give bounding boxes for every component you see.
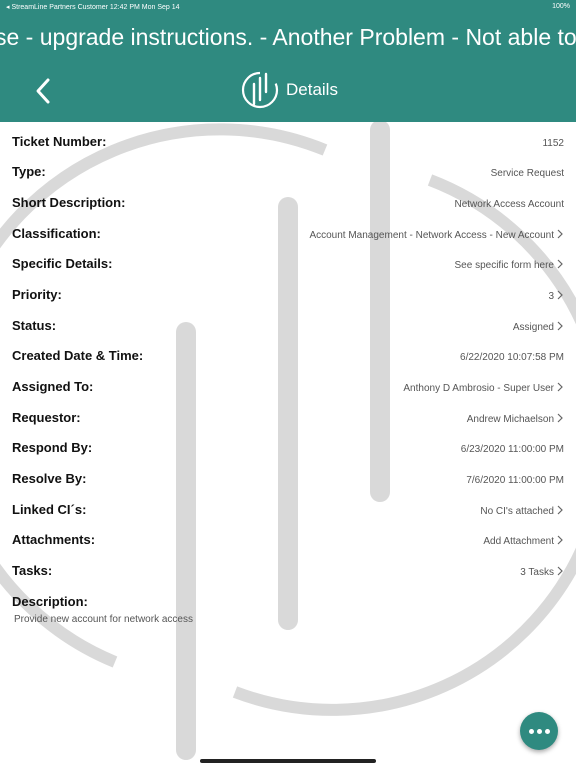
field-value: Andrew Michaelson [466,414,554,425]
detail-row-short-description: Short Description: Network Access Account [0,195,576,225]
app-logo-icon [241,71,279,109]
chevron-right-icon [557,321,563,331]
field-label: Respond By: [12,440,93,455]
field-label: Short Description: [12,195,126,210]
field-label: Type: [12,164,46,179]
field-value: 6/23/2020 11:00:00 PM [460,444,564,455]
more-dot [537,729,542,734]
more-dot [545,729,550,734]
field-label: Priority: [12,287,62,302]
field-label: Created Date & Time: [12,348,144,363]
detail-row-classification[interactable]: Classification: Account Management - Netw… [0,226,576,256]
detail-row-type: Type: Service Request [0,164,576,194]
more-options-button[interactable] [520,712,558,750]
chevron-right-icon [557,259,563,269]
field-value: 3 Tasks [520,567,554,578]
ticker-text: se - upgrade instructions. - Another Pro… [0,24,576,50]
home-indicator [200,759,376,763]
detail-row-linked-ci-s[interactable]: Linked CI´s: No CI's attached [0,502,576,532]
chevron-right-icon [557,505,563,515]
field-value: Anthony D Ambrosio - Super User [403,383,554,394]
field-value: See specific form here [454,260,555,271]
chevron-right-icon [557,535,563,545]
field-value: Network Access Account [454,199,565,210]
field-value: 3 [548,291,554,302]
field-value: Account Management - Network Access - Ne… [309,230,554,241]
scrolling-ticker: se - upgrade instructions. - Another Pro… [0,14,576,60]
field-value: Service Request [490,168,564,179]
battery-status: 100% [552,3,570,10]
detail-row-resolve-by: Resolve By: 7/6/2020 11:00:00 PM [0,471,576,501]
field-label: Resolve By: [12,471,87,486]
nav-bar: Details [0,60,576,122]
field-label: Status: [12,318,57,333]
field-label: Tasks: [12,563,53,578]
page-title: Details [286,80,338,99]
detail-row-attachments[interactable]: Attachments: Add Attachment [0,532,576,562]
field-label: Attachments: [12,532,96,547]
field-label: Requestor: [12,410,81,425]
detail-row-specific-details[interactable]: Specific Details: See specific form here [0,256,576,286]
more-options-icon [529,729,534,734]
field-label: Assigned To: [12,379,94,394]
detail-row-tasks[interactable]: Tasks: 3 Tasks [0,563,576,593]
status-bar: ◂ StreamLine Partners Customer 12:42 PM … [0,0,576,14]
detail-row-ticket-number: Ticket Number: 1152 [0,134,576,164]
detail-row-assigned-to[interactable]: Assigned To: Anthony D Ambrosio - Super U… [0,379,576,409]
field-label: Description: [12,594,88,609]
detail-row-respond-by: Respond By: 6/23/2020 11:00:00 PM [0,440,576,470]
field-label: Specific Details: [12,256,113,271]
chevron-right-icon [557,229,563,239]
back-chevron-icon[interactable] [30,74,60,108]
chevron-right-icon [557,413,563,423]
status-left: ◂ StreamLine Partners Customer 12:42 PM … [6,4,180,11]
field-value: No CI's attached [480,506,554,517]
description-text: Provide new account for network access [14,614,193,625]
detail-row-status[interactable]: Status: Assigned [0,318,576,348]
field-value: 7/6/2020 11:00:00 PM [466,475,564,486]
detail-row-created-date-time: Created Date & Time: 6/22/2020 10:07:58 P… [0,348,576,378]
field-label: Linked CI´s: [12,502,87,517]
field-label: Ticket Number: [12,134,107,149]
field-value: Add Attachment [483,536,554,547]
field-label: Classification: [12,226,101,241]
chevron-right-icon [557,290,563,300]
field-value: 1152 [542,138,564,149]
chevron-right-icon [557,382,563,392]
detail-row-requestor[interactable]: Requestor: Andrew Michaelson [0,410,576,440]
field-value: 6/22/2020 10:07:58 PM [460,352,564,363]
chevron-right-icon [557,566,563,576]
detail-row-priority[interactable]: Priority: 3 [0,287,576,317]
field-value: Assigned [512,322,554,333]
